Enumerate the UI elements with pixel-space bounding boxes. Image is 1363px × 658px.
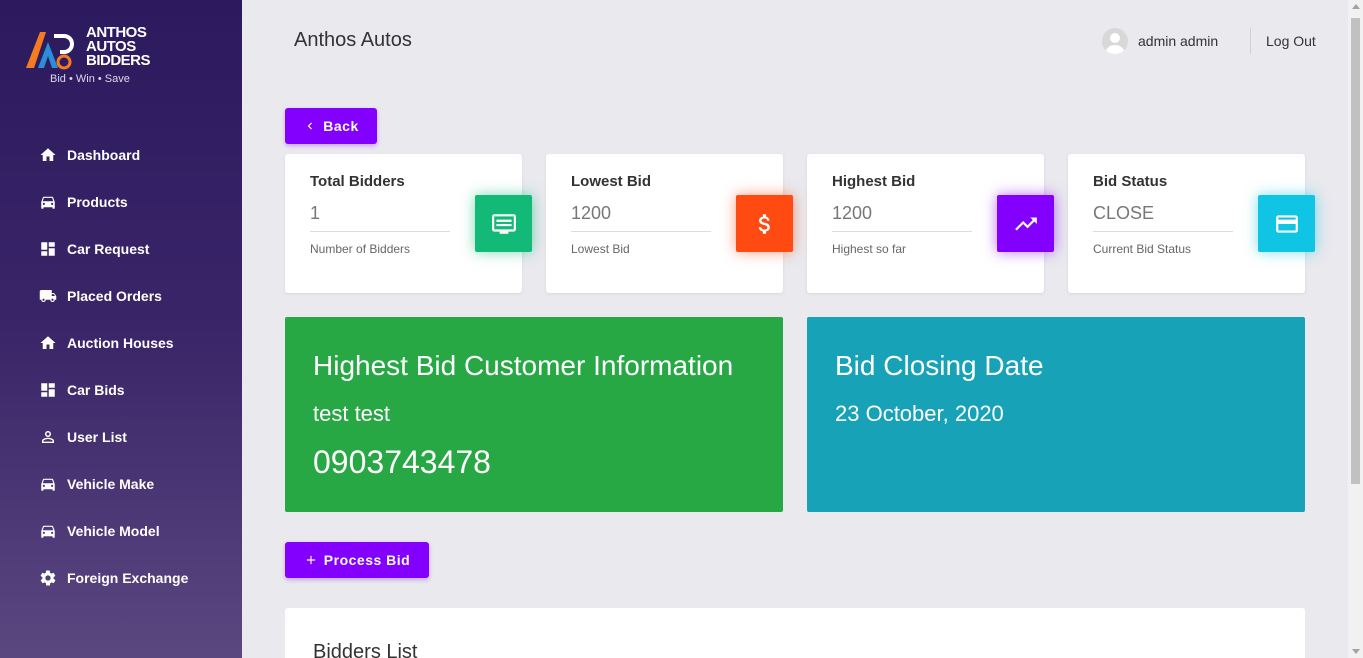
grid-icon [38, 380, 58, 400]
sidebar-item-label: Foreign Exchange [67, 569, 189, 586]
user-name: admin admin [1138, 33, 1219, 49]
sidebar-item-label: User List [67, 428, 127, 445]
avatar [1102, 28, 1128, 54]
header-divider [1250, 28, 1251, 54]
sidebar-item-label: Car Request [67, 240, 150, 257]
bid-closing-date-panel: Bid Closing Date 23 October, 2020 [807, 317, 1305, 512]
truck-icon [38, 286, 58, 306]
stat-subtitle: Lowest Bid [571, 242, 630, 256]
bidders-list-card: Bidders List [285, 608, 1305, 658]
stat-subtitle: Highest so far [832, 242, 907, 256]
gear-icon [38, 568, 58, 588]
car-icon [38, 521, 58, 541]
sidebar-item-user-list[interactable]: User List [0, 413, 242, 460]
stat-subtitle: Number of Bidders [310, 242, 411, 256]
stat-card-bid-status: Bid Status CLOSE Current Bid Status [1068, 154, 1315, 293]
trending-up-icon [997, 195, 1054, 252]
user-icon [38, 427, 58, 447]
stat-value: 1200 [571, 203, 612, 223]
logout-link[interactable]: Log Out [1266, 33, 1316, 49]
stat-title: Highest Bid [832, 173, 916, 190]
sidebar-item-car-request[interactable]: Car Request [0, 225, 242, 272]
panel-title: Bid Closing Date [835, 350, 1044, 381]
monitor-icon [475, 195, 532, 252]
scrollbar-thumb[interactable] [1351, 18, 1360, 484]
plus-icon [306, 555, 315, 565]
logo-mark-icon [26, 32, 74, 70]
scroll-down-icon[interactable] [1352, 649, 1360, 654]
dollar-icon [736, 195, 793, 252]
stat-card-highest-bid: Highest Bid 1200 Highest so far [807, 154, 1054, 293]
sidebar-item-placed-orders[interactable]: Placed Orders [0, 272, 242, 319]
back-button-label: Back [323, 118, 359, 134]
car-icon [38, 192, 58, 212]
sidebar-nav: Dashboard Products Car Request Placed Or… [0, 131, 242, 601]
sidebar-item-vehicle-make[interactable]: Vehicle Make [0, 460, 242, 507]
sidebar-item-label: Dashboard [67, 146, 141, 163]
sidebar-item-foreign-exchange[interactable]: Foreign Exchange [0, 554, 242, 601]
process-bid-button[interactable]: Process Bid [285, 542, 429, 578]
stat-divider [832, 231, 972, 232]
customer-phone: 0903743478 [313, 444, 491, 480]
stat-card-lowest-bid: Lowest Bid 1200 Lowest Bid [546, 154, 793, 293]
sidebar: ANTHOS AUTOS BIDDERS Bid • Win • Save Da… [0, 0, 242, 658]
sidebar-item-label: Products [67, 193, 128, 210]
stat-value: 1 [310, 203, 321, 223]
user-menu[interactable]: admin admin [1102, 28, 1218, 54]
sidebar-item-products[interactable]: Products [0, 178, 242, 225]
sidebar-item-label: Car Bids [67, 381, 125, 398]
logo-text: ANTHOS AUTOS BIDDERS [86, 25, 151, 69]
page-brand-title: Anthos Autos [294, 29, 412, 51]
page-scrollbar[interactable] [1348, 0, 1363, 658]
stat-divider [1093, 231, 1233, 232]
sidebar-item-auction-houses[interactable]: Auction Houses [0, 319, 242, 366]
closing-date: 23 October, 2020 [835, 401, 1004, 426]
sidebar-item-label: Auction Houses [67, 334, 174, 351]
sidebar-item-label: Vehicle Make [67, 475, 155, 492]
sidebar-item-label: Placed Orders [67, 287, 162, 304]
stat-title: Lowest Bid [571, 173, 652, 190]
process-bid-button-label: Process Bid [323, 552, 411, 568]
bidders-list-title: Bidders List [313, 641, 418, 658]
logo-line3: BIDDERS [86, 52, 151, 69]
sidebar-item-car-bids[interactable]: Car Bids [0, 366, 242, 413]
customer-name: test test [313, 401, 391, 426]
sidebar-item-label: Vehicle Model [67, 522, 160, 539]
home-icon [38, 145, 58, 165]
grid-icon [38, 239, 58, 259]
stat-divider [571, 231, 711, 232]
credit-card-icon [1258, 195, 1315, 252]
stat-card-total-bidders: Total Bidders 1 Number of Bidders [285, 154, 532, 293]
stat-value: 1200 [832, 203, 873, 223]
stat-subtitle: Current Bid Status [1093, 242, 1192, 256]
stat-divider [310, 231, 450, 232]
panel-title: Highest Bid Customer Information [313, 350, 734, 381]
chevron-left-icon [307, 122, 313, 130]
back-button[interactable]: Back [285, 108, 377, 144]
highest-bid-customer-panel: Highest Bid Customer Information test te… [285, 317, 783, 512]
car-icon [38, 474, 58, 494]
logo-tagline: Bid • Win • Save [50, 73, 130, 85]
stat-value: CLOSE [1093, 203, 1155, 223]
sidebar-item-dashboard[interactable]: Dashboard [0, 131, 242, 178]
stat-title: Total Bidders [310, 173, 405, 190]
stat-title: Bid Status [1093, 173, 1168, 190]
logo[interactable]: ANTHOS AUTOS BIDDERS Bid • Win • Save [24, 25, 164, 90]
sidebar-item-vehicle-model[interactable]: Vehicle Model [0, 507, 242, 554]
scroll-up-icon[interactable] [1352, 4, 1360, 9]
home-icon [38, 333, 58, 353]
